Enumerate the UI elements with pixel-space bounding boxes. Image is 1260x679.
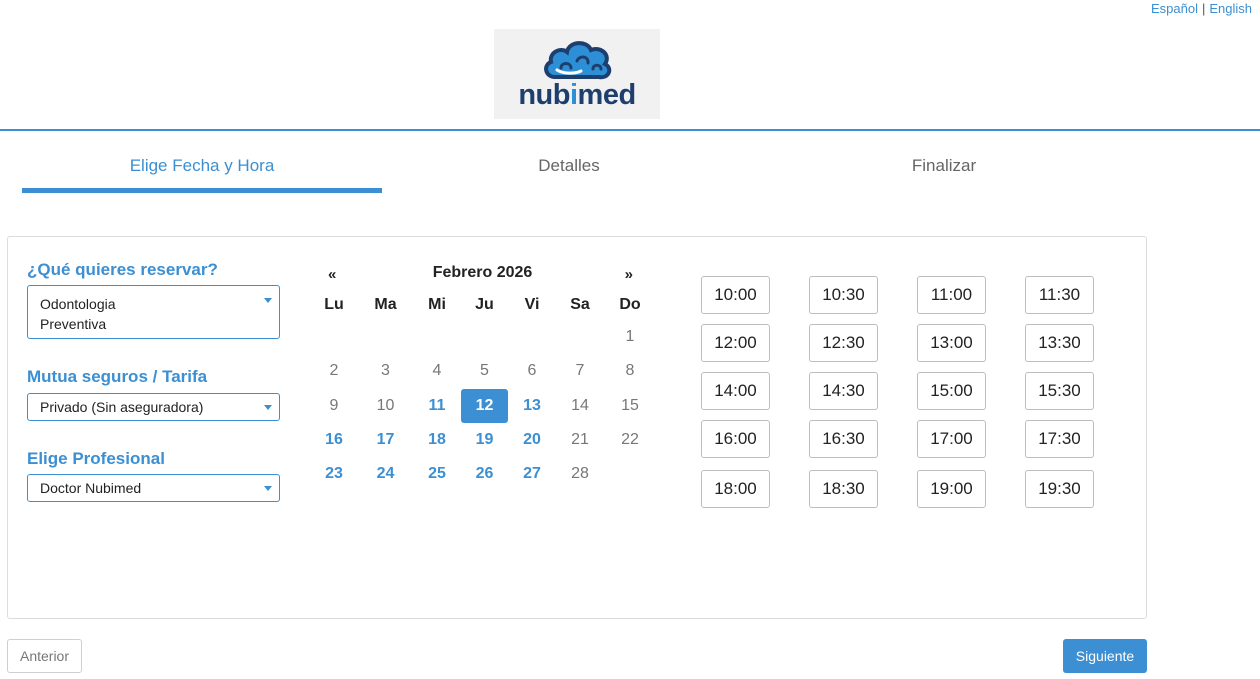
professional-label: Elige Profesional [27, 449, 165, 468]
weekday-label: Do [619, 296, 641, 313]
logo: nubimed [494, 29, 660, 119]
professional-select[interactable]: Doctor Nubimed [27, 474, 280, 502]
lang-en-link[interactable]: English [1209, 1, 1252, 16]
chevron-down-icon [264, 486, 272, 491]
time-slot-button[interactable]: 16:00 [701, 420, 770, 458]
step-finish[interactable]: Finalizar [764, 156, 1124, 176]
service-value-line1: Odontologia [40, 296, 116, 312]
insurance-select[interactable]: Privado (Sin aseguradora) [27, 393, 280, 421]
calendar-day-available[interactable]: 11 [413, 389, 461, 423]
calendar-day-available[interactable]: 13 [508, 389, 556, 423]
calendar-day: 3 [381, 362, 390, 380]
calendar-day-available[interactable]: 17 [358, 423, 413, 457]
weekday-label: Ma [374, 296, 397, 313]
time-slots: 10:00 10:30 11:00 11:30 12:00 12:30 13:00 13:30… [701, 276, 1094, 508]
calendar-day-available[interactable]: 27 [508, 457, 556, 491]
calendar-blank [508, 320, 556, 354]
weekday-label: Vi [524, 296, 540, 313]
time-slot-button[interactable]: 14:30 [809, 372, 878, 410]
calendar-day-available[interactable]: 20 [508, 423, 556, 457]
time-slot-button[interactable]: 11:30 [1025, 276, 1094, 314]
calendar-day-available[interactable]: 16 [310, 423, 358, 457]
calendar-days: 1 2 3 4 5 6 7 8 9 10 11 12 13 14 15 16 17 18 19 20 21 22 23 24 2… [310, 320, 655, 491]
calendar-day-available[interactable]: 19 [461, 423, 508, 457]
service-select[interactable]: Odontologia Preventiva [27, 285, 280, 339]
time-slot-button[interactable]: 12:30 [809, 324, 878, 362]
calendar-month-title: Febrero 2026 [432, 264, 533, 281]
step-date-time[interactable]: Elige Fecha y Hora [22, 156, 382, 176]
calendar-day: 15 [621, 396, 639, 414]
insurance-label: Mutua seguros / Tarifa [27, 367, 208, 386]
time-slot-button[interactable]: 17:30 [1025, 420, 1094, 458]
professional-value: Doctor Nubimed [40, 480, 142, 496]
weekday-label: Sa [570, 296, 590, 313]
time-slot-button[interactable]: 14:00 [701, 372, 770, 410]
lang-separator: | [1201, 1, 1206, 16]
calendar-blank [556, 320, 604, 354]
calendar: « Febrero 2026 » Lu Ma Mi Ju Vi Sa Do 12345678… [310, 262, 655, 491]
calendar-day: 8 [625, 362, 635, 380]
calendar-day: 21 [571, 431, 589, 449]
time-slot-button[interactable]: 18:30 [809, 470, 878, 508]
weekday-label: Mi [428, 296, 446, 313]
calendar-day-available[interactable]: 25 [413, 457, 461, 491]
active-step-indicator [22, 188, 382, 193]
calendar-day: 2 [329, 362, 339, 380]
step-details[interactable]: Detalles [389, 156, 749, 176]
calendar-blank [310, 320, 358, 354]
calendar-day-available[interactable]: 18 [413, 423, 461, 457]
chevron-down-icon [264, 405, 272, 410]
lang-es-link[interactable]: Español [1151, 1, 1198, 16]
calendar-day: 4 [432, 362, 442, 380]
next-button[interactable]: Siguiente [1063, 639, 1147, 673]
calendar-header: « Febrero 2026 » [310, 262, 655, 286]
calendar-blank [413, 320, 461, 354]
time-slot-button[interactable]: 17:00 [917, 420, 986, 458]
calendar-blank [461, 320, 508, 354]
time-slot-button[interactable]: 18:00 [701, 470, 770, 508]
cloud-icon [544, 40, 612, 79]
weekday-header: Lu Ma Mi Ju Vi Sa Do [310, 296, 655, 314]
selected-day-number: 12 [461, 388, 508, 423]
calendar-day: 7 [575, 362, 585, 380]
calendar-day: 9 [329, 396, 339, 414]
calendar-day-available[interactable]: 26 [461, 457, 508, 491]
chevron-down-icon [264, 298, 272, 303]
time-slot-button[interactable]: 13:30 [1025, 324, 1094, 362]
calendar-day: 28 [571, 465, 589, 483]
weekday-label: Lu [324, 296, 344, 313]
calendar-day: 22 [621, 431, 639, 449]
calendar-blank [358, 320, 413, 354]
time-slot-button[interactable]: 13:00 [917, 324, 986, 362]
calendar-day: 14 [571, 396, 589, 414]
service-value-line2: Preventiva [40, 316, 107, 332]
logo-wordmark: nubimed [518, 78, 636, 111]
time-slot-button[interactable]: 11:00 [917, 276, 986, 314]
calendar-day: 1 [625, 328, 635, 346]
calendar-day-available[interactable]: 23 [310, 457, 358, 491]
next-month-button[interactable]: » [625, 266, 633, 283]
language-switcher: Español | English [1151, 1, 1252, 16]
weekday-label: Ju [475, 296, 494, 313]
calendar-day: 6 [527, 362, 537, 380]
calendar-day-available[interactable]: 24 [358, 457, 413, 491]
time-slot-button[interactable]: 15:00 [917, 372, 986, 410]
time-slot-button[interactable]: 15:30 [1025, 372, 1094, 410]
service-label: ¿Qué quieres reservar? [27, 260, 218, 279]
calendar-day-selected[interactable]: 12 [461, 388, 508, 423]
time-slot-button[interactable]: 19:30 [1025, 470, 1094, 508]
time-slot-button[interactable]: 10:30 [809, 276, 878, 314]
header-divider [0, 129, 1260, 131]
time-slot-button[interactable]: 12:00 [701, 324, 770, 362]
time-slot-button[interactable]: 10:00 [701, 276, 770, 314]
insurance-value: Privado (Sin aseguradora) [40, 399, 204, 415]
calendar-day: 10 [376, 396, 395, 414]
previous-button[interactable]: Anterior [7, 639, 82, 673]
calendar-day: 5 [480, 362, 489, 380]
time-slot-button[interactable]: 19:00 [917, 470, 986, 508]
time-slot-button[interactable]: 16:30 [809, 420, 878, 458]
